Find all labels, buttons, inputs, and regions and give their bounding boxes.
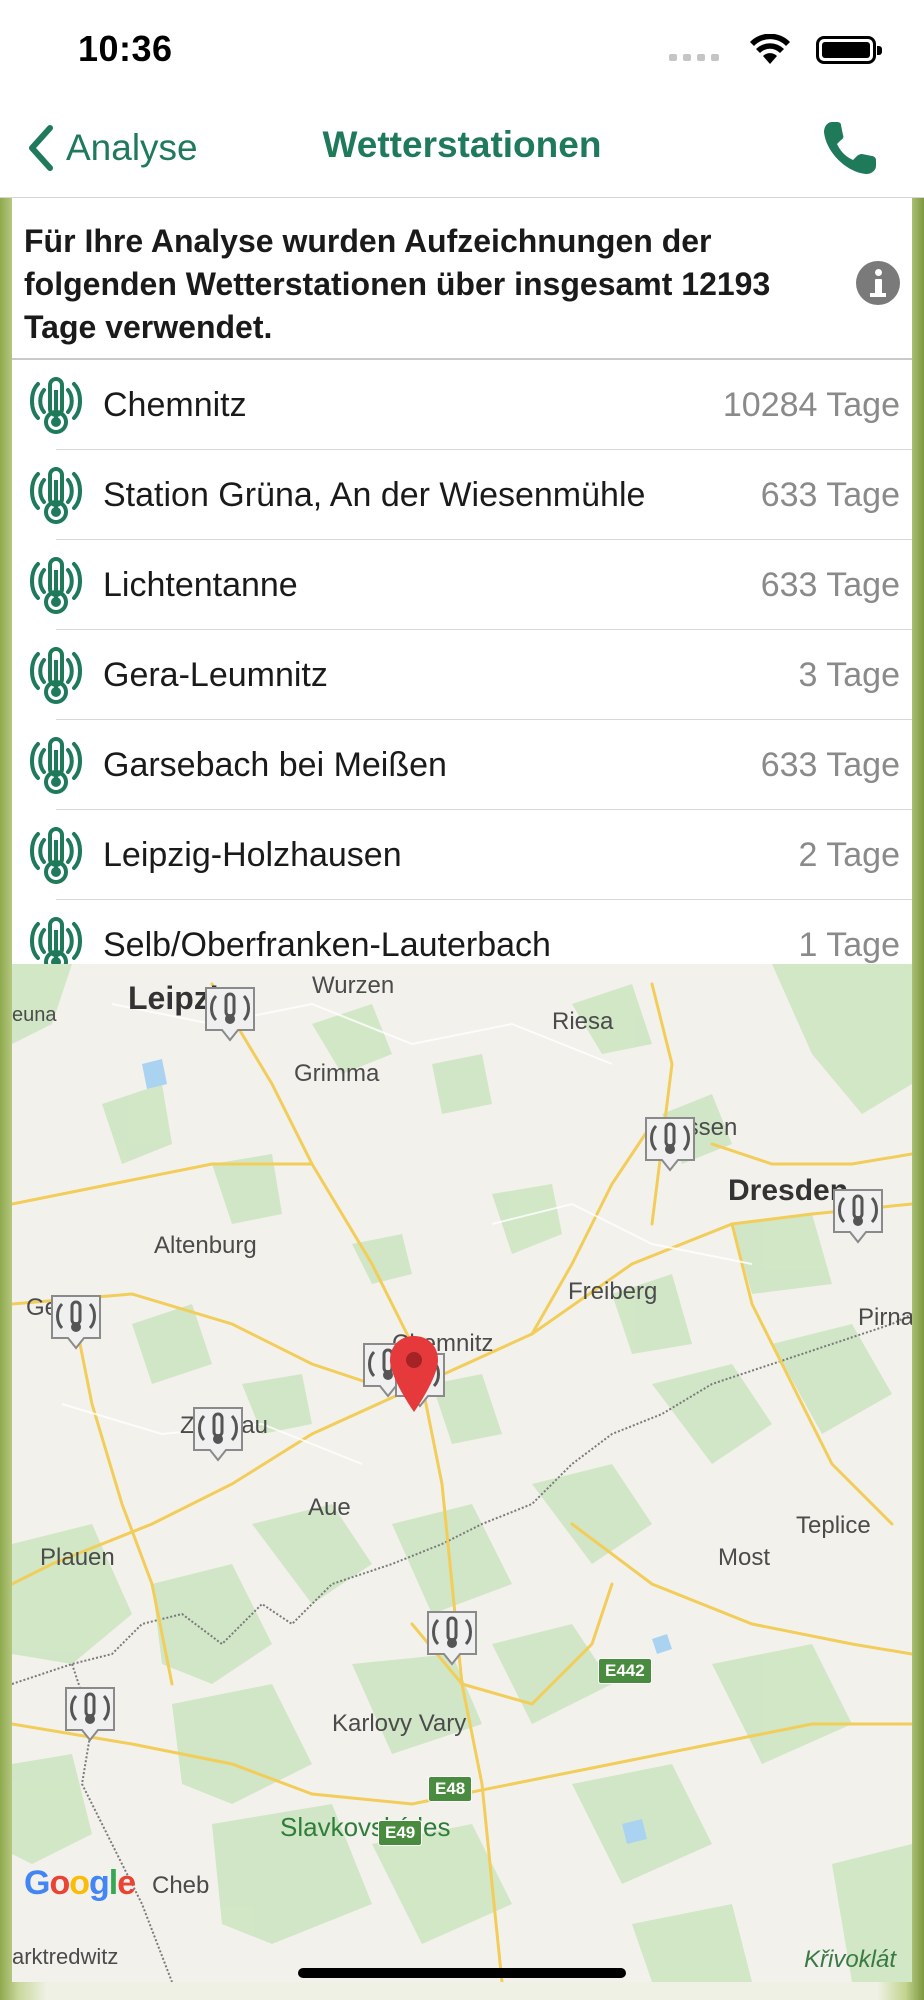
station-name: Lichtentanne	[103, 565, 298, 604]
map-label-freiberg: Freiberg	[568, 1278, 658, 1305]
phone-icon[interactable]	[820, 118, 880, 178]
status-bar: 10:36	[0, 0, 924, 100]
status-time: 10:36	[78, 28, 173, 69]
station-days: 633 Tage	[760, 475, 900, 514]
cellular-signal-icon	[669, 54, 719, 61]
station-name: Station Grüna, An der Wiesenmühle	[103, 475, 646, 514]
map-label-aue: Aue	[308, 1494, 351, 1521]
map-label-cheb: Cheb	[152, 1872, 210, 1899]
station-name: Chemnitz	[103, 385, 247, 424]
weather-station-map-pin[interactable]	[62, 1684, 118, 1744]
map-label-plauen: Plauen	[40, 1544, 115, 1571]
station-days: 1 Tage	[798, 925, 900, 964]
map-label-krivoklat: Křivoklát	[804, 1946, 897, 1973]
intro-section: Für Ihre Analyse wurden Aufzeichnungen d…	[12, 198, 912, 360]
station-name: Selb/Oberfranken-Lauterbach	[103, 925, 551, 964]
station-row[interactable]: Gera-Leumnitz 3 Tage	[12, 630, 912, 720]
weather-station-icon	[28, 736, 84, 794]
station-name: Garsebach bei Meißen	[103, 745, 447, 784]
weather-station-icon	[28, 466, 84, 524]
weather-station-map-pin[interactable]	[642, 1114, 698, 1174]
map-label-grimma: Grimma	[294, 1060, 380, 1087]
selected-location-pin[interactable]	[386, 1334, 442, 1414]
map-label-slavkovsky-les: Slavkovský les	[280, 1812, 451, 1842]
weather-station-map-pin[interactable]	[202, 984, 258, 1044]
home-indicator	[298, 1968, 626, 1978]
weather-station-icon	[28, 556, 84, 614]
wifi-icon	[750, 34, 790, 64]
map-label-most: Most	[718, 1544, 771, 1571]
station-name: Leipzig-Holzhausen	[103, 835, 402, 874]
station-days: 633 Tage	[760, 745, 900, 784]
map-label-riesa: Riesa	[552, 1008, 614, 1035]
station-row[interactable]: Chemnitz 10284 Tage	[12, 360, 912, 450]
weather-station-icon	[28, 826, 84, 884]
road-shield-e442: E442	[598, 1658, 652, 1684]
map-label-pirna: Pirna	[858, 1304, 912, 1331]
weather-station-map-pin[interactable]	[424, 1608, 480, 1668]
map-label-altenburg: Altenburg	[154, 1232, 257, 1259]
road-shield-e49: E49	[378, 1820, 423, 1846]
station-days: 2 Tage	[798, 835, 900, 874]
weather-station-icon	[28, 916, 84, 964]
google-logo: Google	[24, 1864, 136, 1902]
battery-icon	[816, 36, 882, 64]
navigation-bar: Analyse Wetterstationen	[0, 100, 924, 198]
station-days: 10284 Tage	[722, 385, 900, 424]
station-days: 633 Tage	[760, 565, 900, 604]
weather-station-icon	[28, 376, 84, 434]
station-list[interactable]: Chemnitz 10284 Tage Station Grüna, An de…	[12, 360, 912, 964]
weather-station-map-pin[interactable]	[190, 1404, 246, 1464]
station-name: Gera-Leumnitz	[103, 655, 328, 694]
station-days: 3 Tage	[798, 655, 900, 694]
map-label-wurzen: Wurzen	[312, 972, 395, 999]
station-row[interactable]: Selb/Oberfranken-Lauterbach 1 Tage	[12, 900, 912, 964]
intro-text: Für Ihre Analyse wurden Aufzeichnungen d…	[24, 223, 771, 345]
map-label-marktredwitz: arktredwitz	[12, 1944, 119, 1969]
station-row[interactable]: Station Grüna, An der Wiesenmühle 633 Ta…	[12, 450, 912, 540]
info-icon[interactable]	[856, 261, 900, 305]
map-label-euna: euna	[12, 1004, 57, 1026]
station-map[interactable]: Leipzig Wurzen Riesa euna Grimma Meissen…	[12, 964, 912, 1982]
station-row[interactable]: Garsebach bei Meißen 633 Tage	[12, 720, 912, 810]
road-shield-e48: E48	[428, 1776, 473, 1802]
content-card: Für Ihre Analyse wurden Aufzeichnungen d…	[12, 198, 912, 1982]
weather-station-map-pin[interactable]	[830, 1186, 886, 1246]
weather-station-map-pin[interactable]	[48, 1292, 104, 1352]
page-title: Wetterstationen	[322, 124, 602, 165]
weather-station-icon	[28, 646, 84, 704]
map-label-teplice: Teplice	[796, 1512, 871, 1539]
station-row[interactable]: Leipzig-Holzhausen 2 Tage	[12, 810, 912, 900]
station-row[interactable]: Lichtentanne 633 Tage	[12, 540, 912, 630]
map-background	[12, 964, 912, 1982]
map-label-karlovy-vary: Karlovy Vary	[332, 1710, 467, 1737]
